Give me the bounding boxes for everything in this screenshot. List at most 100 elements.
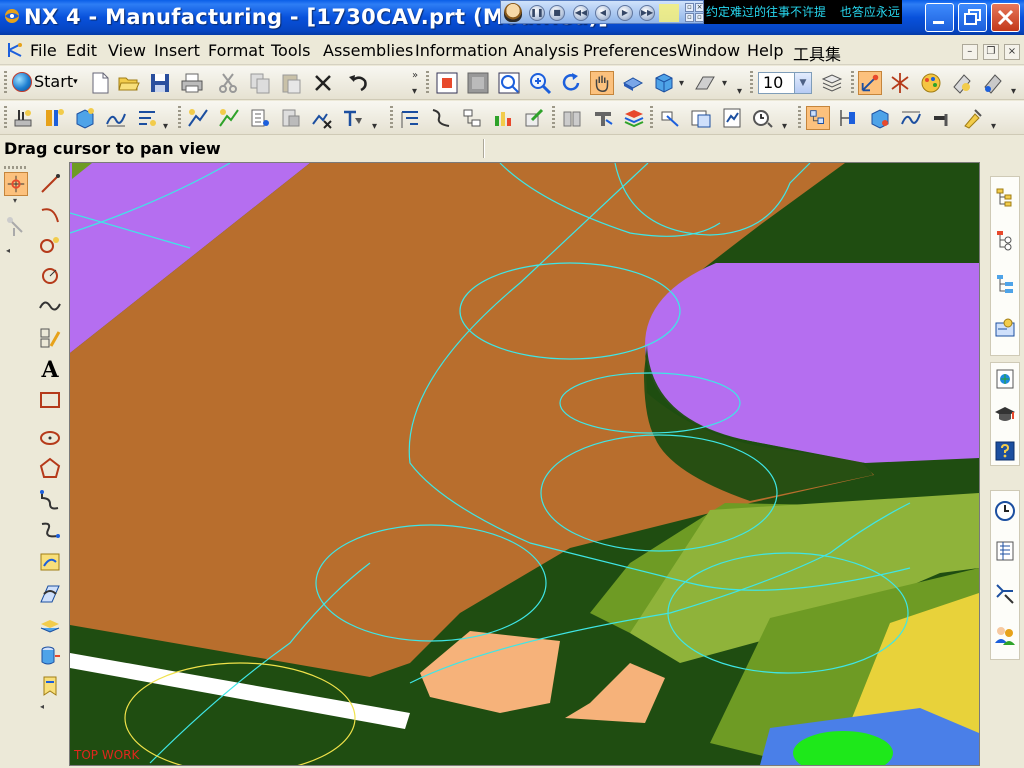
zoom-window-icon[interactable]: [466, 71, 490, 95]
layer-select[interactable]: 10 ▼: [758, 72, 812, 94]
program-order-view-icon[interactable]: [398, 106, 422, 130]
menu-view[interactable]: View: [108, 41, 146, 60]
zoom-box-icon[interactable]: [497, 71, 521, 95]
undo-icon[interactable]: [346, 71, 370, 95]
toolbar-grip[interactable]: [798, 106, 801, 130]
extract-curve-icon[interactable]: [38, 644, 62, 668]
select-feature-icon[interactable]: [858, 71, 882, 95]
process-navigator-icon[interactable]: [993, 539, 1017, 563]
toolbar-grip[interactable]: [4, 71, 7, 95]
create-operation-icon[interactable]: [135, 106, 159, 130]
edit-object-display-icon[interactable]: [981, 71, 1005, 95]
menu-analysis[interactable]: Analysis: [513, 41, 579, 60]
dropdown-arrow-icon[interactable]: ▾: [722, 78, 727, 89]
toolbar-options-icon[interactable]: ▾: [1011, 86, 1016, 97]
menu-edit[interactable]: Edit: [66, 41, 97, 60]
menu-window[interactable]: Window: [677, 41, 740, 60]
geometry-group-icon[interactable]: [868, 106, 892, 130]
list-path-icon[interactable]: [248, 106, 272, 130]
reuse-library-icon[interactable]: [993, 315, 1017, 339]
toolbar-grip[interactable]: [650, 106, 653, 130]
menu-file[interactable]: File: [30, 41, 57, 60]
render-style-icon[interactable]: [652, 71, 676, 95]
object-edit-icon[interactable]: [522, 106, 546, 130]
geometry-view-icon[interactable]: [460, 106, 484, 130]
next-icon[interactable]: ▶: [617, 5, 633, 21]
view-orientation-icon[interactable]: [693, 71, 717, 95]
layer-settings-icon[interactable]: [820, 71, 844, 95]
overlay-close-icon[interactable]: ×: [695, 3, 704, 12]
rotate-icon[interactable]: [559, 71, 583, 95]
rewind-icon[interactable]: ◀◀: [573, 5, 589, 21]
copy-icon[interactable]: [248, 71, 272, 95]
bridge-curve-icon[interactable]: [38, 488, 62, 512]
dropdown-arrow-icon[interactable]: ▾: [679, 78, 684, 89]
start-button[interactable]: Start▾: [12, 71, 78, 95]
toolbar-options-icon[interactable]: ▾: [412, 86, 417, 97]
maximize-button[interactable]: [958, 3, 987, 32]
overlay-min-icon[interactable]: ▫: [685, 3, 694, 12]
palette-grip[interactable]: [4, 166, 26, 169]
overlay-menu-icon[interactable]: ▫: [695, 13, 704, 22]
constraint-navigator-icon[interactable]: [993, 227, 1017, 251]
cut-icon[interactable]: [216, 71, 240, 95]
operation-list-icon[interactable]: [689, 106, 713, 130]
toolbar-options-icon[interactable]: ▾: [991, 121, 996, 132]
shop-documentation-icon[interactable]: [622, 106, 646, 130]
operation-navigator-icon[interactable]: [658, 106, 682, 130]
circle-center-icon[interactable]: [38, 232, 62, 256]
material-icon[interactable]: [950, 71, 974, 95]
stop-icon[interactable]: ■: [549, 5, 565, 21]
ellipse-icon[interactable]: [38, 426, 62, 450]
toolbar-grip[interactable]: [552, 106, 555, 130]
snap-point-icon[interactable]: [4, 172, 28, 196]
toolbar-options-icon[interactable]: ▾: [163, 121, 168, 132]
program-group-icon[interactable]: [806, 106, 830, 130]
toolbar-grip[interactable]: [426, 71, 429, 95]
intersection-curve-icon[interactable]: [38, 582, 62, 606]
minimize-button[interactable]: [925, 3, 954, 32]
polygon-icon[interactable]: [38, 456, 62, 480]
dropdown-arrow-icon[interactable]: ◂: [6, 246, 10, 255]
toolbar-grip[interactable]: [851, 71, 854, 95]
machining-method-view-icon[interactable]: [491, 106, 515, 130]
chevron-down-icon[interactable]: ▼: [794, 73, 811, 93]
offset-curve-icon[interactable]: [38, 326, 62, 350]
create-geometry-icon[interactable]: [73, 106, 97, 130]
verify-path-icon[interactable]: [279, 106, 303, 130]
open-folder-icon[interactable]: [117, 71, 141, 95]
fit-view-icon[interactable]: [435, 71, 459, 95]
media-player-overlay[interactable]: ❚❚ ■ ◀◀ ◀ ▶ ▶▶ ▫ × ▫ ▫ 约定难过的往事不许提 也答应永远: [500, 0, 902, 24]
pan-icon[interactable]: [590, 71, 614, 95]
zoom-in-icon[interactable]: [528, 71, 552, 95]
menu-insert[interactable]: Insert: [154, 41, 200, 60]
transform-object-icon[interactable]: [560, 106, 584, 130]
roles-icon[interactable]: [993, 623, 1017, 647]
method-group-icon[interactable]: [899, 106, 923, 130]
menu-assemblies[interactable]: Assemblies: [323, 41, 413, 60]
create-method-icon[interactable]: [104, 106, 128, 130]
section-curve-icon[interactable]: [38, 614, 62, 638]
toolbar-options-icon[interactable]: ▾: [782, 121, 787, 132]
help-icon[interactable]: [993, 439, 1017, 463]
close-button[interactable]: [991, 3, 1020, 32]
toolbar-overflow-icon[interactable]: »: [412, 70, 418, 81]
save-icon[interactable]: [148, 71, 172, 95]
palette-icon[interactable]: [919, 71, 943, 95]
menu-format[interactable]: Format: [208, 41, 264, 60]
wcs-icon[interactable]: [888, 71, 912, 95]
toolbar-grip[interactable]: [4, 106, 7, 130]
previous-icon[interactable]: ◀: [595, 5, 611, 21]
print-icon[interactable]: [180, 71, 204, 95]
cutter-icon[interactable]: [930, 106, 954, 130]
wrap-curve-icon[interactable]: [38, 674, 62, 698]
cad-model-view[interactable]: [70, 163, 979, 765]
shaded-icon[interactable]: [621, 71, 645, 95]
doc-close-icon[interactable]: ×: [1004, 44, 1020, 60]
menu-toolset[interactable]: 工具集: [793, 41, 841, 65]
history-clock-icon[interactable]: [993, 499, 1017, 523]
new-file-icon[interactable]: [88, 71, 112, 95]
postprocess-icon[interactable]: [341, 106, 365, 130]
toolbar-grip[interactable]: [390, 106, 393, 130]
menu-tools[interactable]: Tools: [271, 41, 310, 60]
